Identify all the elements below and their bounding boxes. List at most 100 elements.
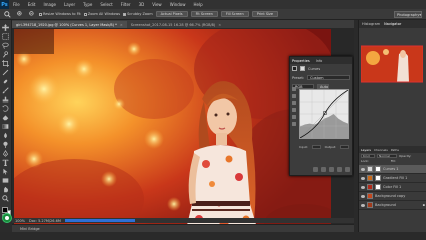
tab-layers[interactable]: Layers (361, 148, 371, 152)
eyedropper-white-icon[interactable] (292, 108, 296, 112)
preset-label: Preset: (292, 75, 305, 80)
menu-filter[interactable]: Filter (117, 2, 135, 7)
eraser-icon[interactable] (1, 114, 10, 121)
view-previous-icon[interactable] (321, 167, 326, 172)
healing-brush-icon[interactable] (1, 78, 10, 85)
eye-icon[interactable] (361, 203, 365, 207)
eye-icon[interactable] (361, 167, 365, 171)
history-brush-icon[interactable] (1, 105, 10, 112)
reset-icon[interactable] (329, 167, 334, 172)
mask-icon[interactable] (300, 66, 305, 71)
menu-layer[interactable]: Layer (60, 2, 79, 7)
menu-3d[interactable]: 3D (135, 2, 149, 7)
close-icon[interactable]: × (120, 23, 123, 27)
navigator-preview[interactable] (361, 32, 423, 120)
path-select-icon[interactable] (1, 168, 10, 175)
layer-thumbnail (367, 202, 373, 208)
layer-row[interactable]: Gradient Fill 1 (359, 174, 426, 183)
target-adjust-icon[interactable] (292, 87, 296, 91)
workspace-switcher[interactable]: Photography ▾ (394, 11, 422, 18)
fill-screen-button[interactable]: Fill Screen (220, 11, 249, 17)
curves-graph[interactable] (299, 89, 349, 139)
fit-screen-button[interactable]: Fit Screen (190, 11, 218, 17)
dodge-tool-icon[interactable] (1, 141, 10, 148)
tab-channels[interactable]: Channels (374, 148, 388, 152)
eye-icon[interactable] (361, 194, 365, 198)
tab-info[interactable]: Info (316, 59, 323, 63)
doc-info[interactable]: Doc: 5.27M/26.6M (29, 219, 61, 223)
eyedropper-icon[interactable] (1, 69, 10, 76)
zoom-in-icon[interactable] (15, 10, 24, 18)
clip-layer-icon[interactable] (313, 167, 318, 172)
zoom-all-checkbox[interactable]: Zoom All Windows (83, 12, 120, 16)
mini-bridge-tab[interactable]: Mini Bridge (12, 224, 354, 232)
layer-thumbnail (367, 184, 373, 190)
pen-tool-icon[interactable] (1, 150, 10, 157)
clone-stamp-icon[interactable] (1, 96, 10, 103)
tab-histogram[interactable]: Histogram (362, 22, 380, 26)
menu-view[interactable]: View (148, 2, 166, 7)
tab-paths[interactable]: Paths (391, 148, 399, 152)
zoom-tool-icon[interactable] (3, 10, 12, 18)
menu-image[interactable]: Image (39, 2, 60, 7)
layer-mask-thumbnail[interactable] (375, 175, 381, 181)
marquee-tool-icon[interactable] (1, 33, 10, 40)
layer-mask-thumbnail[interactable] (375, 166, 381, 172)
close-icon[interactable]: × (218, 23, 221, 27)
visibility-icon[interactable] (337, 167, 342, 172)
crop-tool-icon[interactable] (1, 60, 10, 67)
layer-row[interactable]: Curves 1 (359, 165, 426, 174)
scrubby-zoom-checkbox[interactable]: Scrubby Zoom (123, 12, 153, 16)
photo-girl-autumn (14, 29, 331, 238)
blend-mode-dropdown[interactable]: Normal (377, 154, 397, 158)
brush-tool-icon[interactable] (1, 87, 10, 94)
tab-second-document[interactable]: Screenshot_2017-08-15 16.28 @ 66.7% (RGB… (127, 21, 225, 28)
color-swatches[interactable] (1, 206, 11, 216)
hand-tool-icon[interactable] (1, 186, 10, 193)
layer-row[interactable]: Color Fill 1 (359, 183, 426, 192)
actual-pixels-button[interactable]: Actual Pixels (155, 11, 188, 17)
menu-help[interactable]: Help (189, 2, 206, 7)
eyedropper-gray-icon[interactable] (292, 101, 296, 105)
quick-select-icon[interactable] (1, 51, 10, 58)
pencil-icon[interactable] (292, 122, 296, 126)
menu-file[interactable]: File (9, 2, 24, 7)
blur-tool-icon[interactable] (1, 132, 10, 139)
type-tool-icon[interactable] (1, 159, 10, 166)
tab-navigator[interactable]: Navigator (384, 22, 401, 26)
properties-panel: Properties Info Curves Preset: Custom RG… (289, 56, 353, 176)
tab-active-document[interactable]: girl-394718_1920.jpg @ 100% (Curves 1, L… (12, 21, 127, 28)
eyedropper-black-icon[interactable] (292, 94, 296, 98)
preset-dropdown[interactable]: Custom (307, 75, 350, 80)
layer-row[interactable]: Background ▪ (359, 201, 426, 210)
gradient-tool-icon[interactable] (1, 123, 10, 130)
eye-icon[interactable] (361, 176, 365, 180)
zoom-tool-panel-icon[interactable] (1, 195, 10, 202)
horizontal-scrollbar[interactable] (64, 219, 135, 222)
zoom-level[interactable]: 100% (15, 219, 25, 223)
tab-properties[interactable]: Properties (292, 59, 310, 63)
move-tool-icon[interactable] (1, 24, 10, 31)
mini-bridge-label: Mini Bridge (20, 226, 40, 231)
curve-point-icon[interactable] (292, 115, 296, 119)
shape-tool-icon[interactable] (1, 177, 10, 184)
print-size-button[interactable]: Print Size (251, 11, 279, 17)
menu-select[interactable]: Select (96, 2, 116, 7)
options-bar: Resize Windows to Fit Zoom All Windows S… (0, 9, 426, 20)
menu-edit[interactable]: Edit (24, 2, 40, 7)
kind-filter[interactable]: Kind (361, 154, 375, 158)
chevron-down-icon: ▾ (419, 12, 422, 17)
image-canvas[interactable] (14, 29, 331, 238)
input-field[interactable] (311, 145, 321, 149)
eye-icon[interactable] (361, 185, 365, 189)
photoshop-window: Ps File Edit Image Layer Type Select Fil… (0, 0, 426, 240)
layer-row[interactable]: Background copy (359, 192, 426, 201)
resize-windows-checkbox[interactable]: Resize Windows to Fit (39, 12, 81, 16)
trash-icon[interactable] (345, 167, 350, 172)
layer-mask-thumbnail[interactable] (375, 184, 381, 190)
lasso-tool-icon[interactable] (1, 42, 10, 49)
menu-type[interactable]: Type (79, 2, 96, 7)
output-field[interactable] (339, 145, 349, 149)
zoom-out-icon[interactable] (27, 10, 36, 18)
menu-window[interactable]: Window (166, 2, 190, 7)
